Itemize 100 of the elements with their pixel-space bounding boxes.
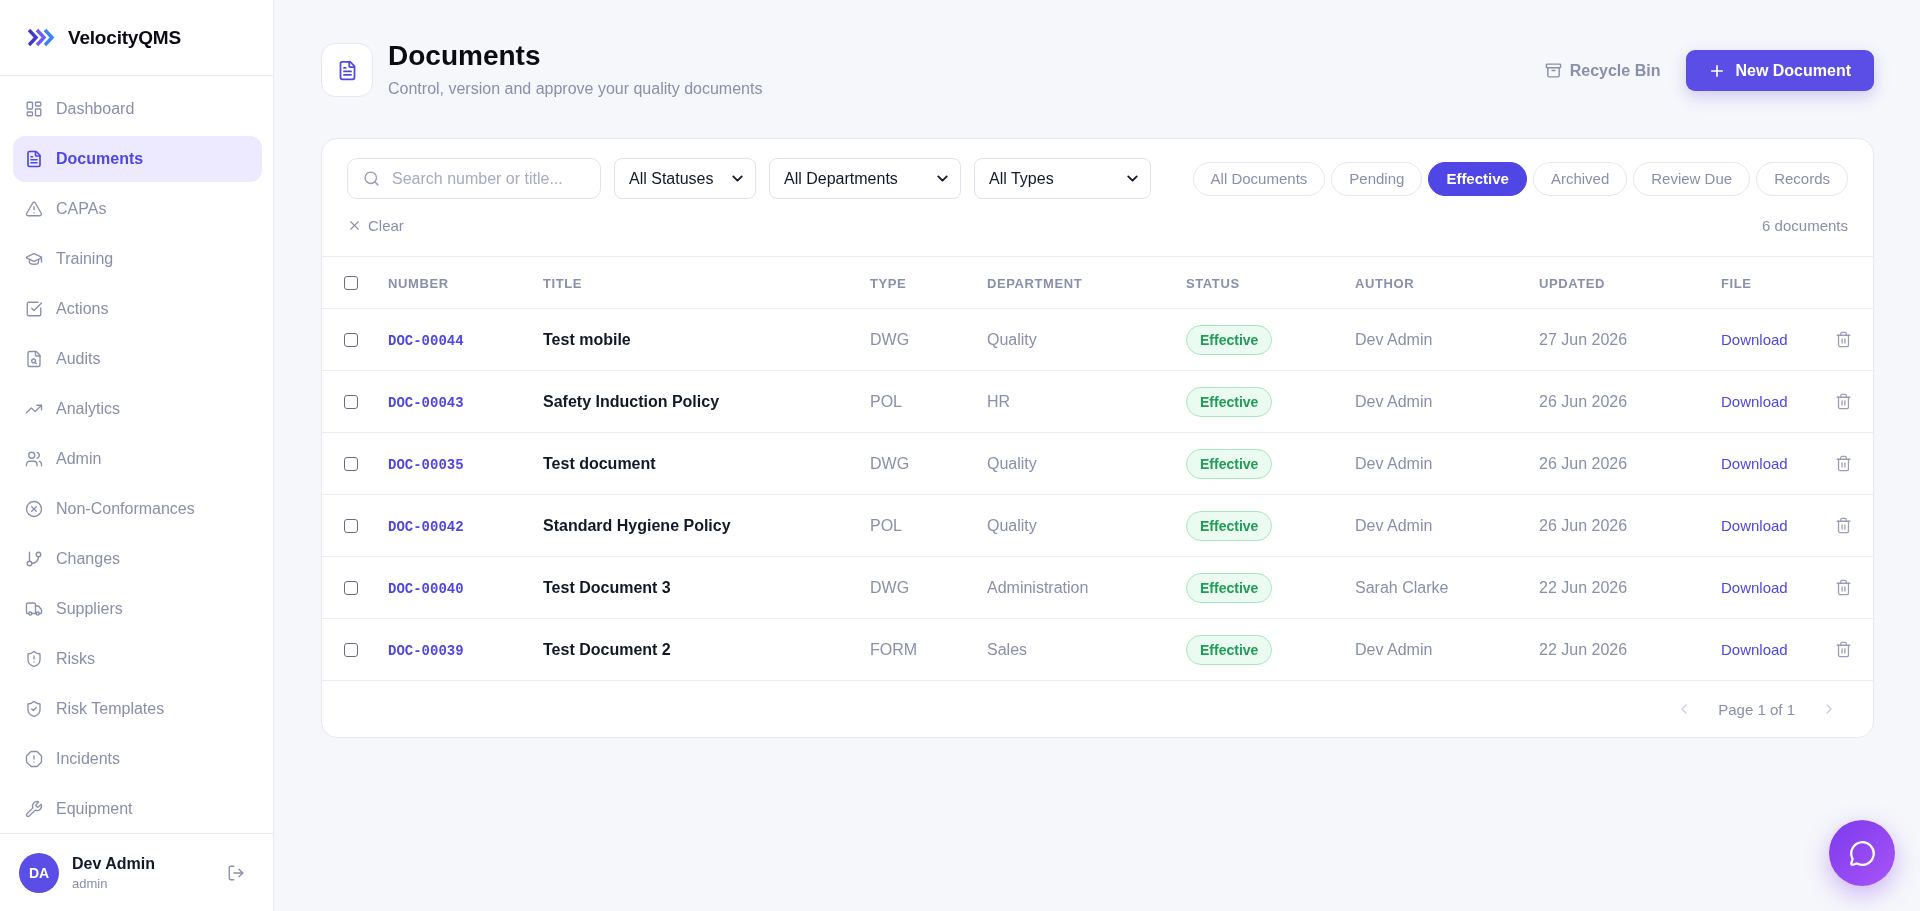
document-type: DWG: [870, 578, 910, 596]
download-link[interactable]: Download: [1721, 640, 1788, 658]
octagon-alert-icon: [25, 750, 43, 768]
new-document-button[interactable]: New Document: [1686, 50, 1874, 91]
department-name: Administration: [987, 578, 1089, 596]
document-number-link[interactable]: DOC-00040: [388, 580, 464, 597]
row-checkbox[interactable]: [344, 581, 358, 596]
row-checkbox[interactable]: [344, 643, 358, 658]
department-name: Quality: [987, 516, 1037, 534]
trash-icon[interactable]: [1835, 579, 1852, 596]
clear-button[interactable]: Clear: [347, 216, 404, 234]
sidebar-item[interactable]: Dashboard: [13, 86, 262, 132]
branch-icon: [25, 550, 43, 568]
users-icon: [25, 450, 43, 468]
filter-dropdown[interactable]: All Statuses: [614, 158, 756, 199]
document-title: Test Document 3: [543, 578, 671, 596]
status-badge: Effective: [1186, 324, 1273, 355]
page-subtitle: Control, version and approve your quality documents: [388, 79, 763, 99]
column-header: TYPE: [870, 275, 907, 291]
column-header: DEPARTMENT: [987, 275, 1083, 291]
filter-tab[interactable]: Archived: [1532, 161, 1628, 196]
column-header: FILE: [1721, 275, 1752, 291]
download-link[interactable]: Download: [1721, 454, 1788, 472]
check-square-icon: [25, 300, 43, 318]
sidebar-item[interactable]: Equipment: [13, 786, 262, 832]
document-type: DWG: [870, 330, 910, 348]
document-number-link[interactable]: DOC-00042: [388, 518, 464, 535]
sidebar-item[interactable]: Suppliers: [13, 586, 262, 632]
page-title: Documents: [388, 40, 541, 72]
chat-bubble-icon: [1848, 839, 1876, 867]
trash-icon[interactable]: [1835, 641, 1852, 658]
updated-date: 22 Jun 2026: [1539, 640, 1628, 658]
column-header: AUTHOR: [1355, 275, 1415, 291]
filter-tab[interactable]: Records: [1756, 161, 1848, 196]
sidebar-item[interactable]: CAPAs: [13, 186, 262, 232]
document-title: Test Document 2: [543, 640, 671, 658]
recycle-bin-button[interactable]: Recycle Bin: [1544, 61, 1661, 80]
sidebar-item[interactable]: Non-Conformances: [13, 486, 262, 532]
filter-dropdown[interactable]: All Departments: [769, 158, 961, 199]
trash-icon[interactable]: [1835, 331, 1852, 348]
updated-date: 26 Jun 2026: [1539, 392, 1628, 410]
sidebar-item[interactable]: Risk Templates: [13, 686, 262, 732]
department-name: Sales: [987, 640, 1028, 658]
graduation-cap-icon: [25, 250, 43, 268]
author-name: Dev Admin: [1355, 392, 1433, 410]
sidebar-item[interactable]: Documents: [13, 136, 262, 182]
department-name: HR: [987, 392, 1011, 410]
trash-icon[interactable]: [1835, 517, 1852, 534]
download-link[interactable]: Download: [1721, 578, 1788, 596]
department-name: Quality: [987, 454, 1037, 472]
trash-icon[interactable]: [1835, 455, 1852, 472]
dashboard-grid-icon: [25, 100, 43, 118]
author-name: Dev Admin: [1355, 330, 1433, 348]
logout-icon[interactable]: [227, 863, 245, 882]
sidebar-item[interactable]: Incidents: [13, 736, 262, 782]
chat-button[interactable]: [1829, 820, 1895, 886]
sidebar-item[interactable]: Analytics: [13, 386, 262, 432]
document-type: DWG: [870, 454, 910, 472]
status-badge: Effective: [1186, 510, 1273, 541]
status-badge: Effective: [1186, 572, 1273, 603]
row-checkbox[interactable]: [344, 457, 358, 472]
filter-tab[interactable]: All Documents: [1192, 161, 1326, 196]
sidebar-item[interactable]: Admin: [13, 436, 262, 482]
document-number-link[interactable]: DOC-00043: [388, 394, 464, 411]
sidebar-item[interactable]: Risks: [13, 636, 262, 682]
document-title: Standard Hygiene Policy: [543, 516, 731, 534]
row-checkbox[interactable]: [344, 333, 358, 348]
filter-tab[interactable]: Review Due: [1633, 161, 1751, 196]
sidebar-item[interactable]: Changes: [13, 536, 262, 582]
row-checkbox[interactable]: [344, 519, 358, 534]
sidebar-item[interactable]: Actions: [13, 286, 262, 332]
select-all-checkbox[interactable]: [344, 276, 358, 291]
download-link[interactable]: Download: [1721, 516, 1788, 534]
wrench-icon: [25, 800, 43, 818]
status-badge: Effective: [1186, 448, 1273, 479]
download-link[interactable]: Download: [1721, 330, 1788, 348]
shield-check-icon: [25, 700, 43, 718]
document-number-link[interactable]: DOC-00035: [388, 456, 464, 473]
filter-tab[interactable]: Effective: [1428, 161, 1527, 196]
document-type: POL: [870, 392, 902, 410]
updated-date: 26 Jun 2026: [1539, 516, 1628, 534]
search-field[interactable]: Search number or title...: [347, 158, 601, 199]
page-indicator: Page 1 of 1: [1718, 700, 1795, 718]
filter-dropdown[interactable]: All Types: [974, 158, 1151, 199]
document-number-link[interactable]: DOC-00039: [388, 642, 464, 659]
user-name: Dev Admin: [72, 854, 155, 873]
logo-icon: [27, 28, 55, 47]
download-link[interactable]: Download: [1721, 392, 1788, 410]
filter-tab[interactable]: Pending: [1331, 161, 1423, 196]
sidebar-item[interactable]: Audits: [13, 336, 262, 382]
author-name: Dev Admin: [1355, 640, 1433, 658]
column-header: TITLE: [543, 275, 583, 291]
trash-icon[interactable]: [1835, 393, 1852, 410]
document-number-link[interactable]: DOC-00044: [388, 332, 464, 349]
updated-date: 27 Jun 2026: [1539, 330, 1628, 348]
archive-box-icon: [1544, 62, 1562, 79]
author-name: Dev Admin: [1355, 516, 1433, 534]
row-checkbox[interactable]: [344, 395, 358, 410]
sidebar-item[interactable]: Training: [13, 236, 262, 282]
warning-triangle-icon: [25, 200, 43, 218]
